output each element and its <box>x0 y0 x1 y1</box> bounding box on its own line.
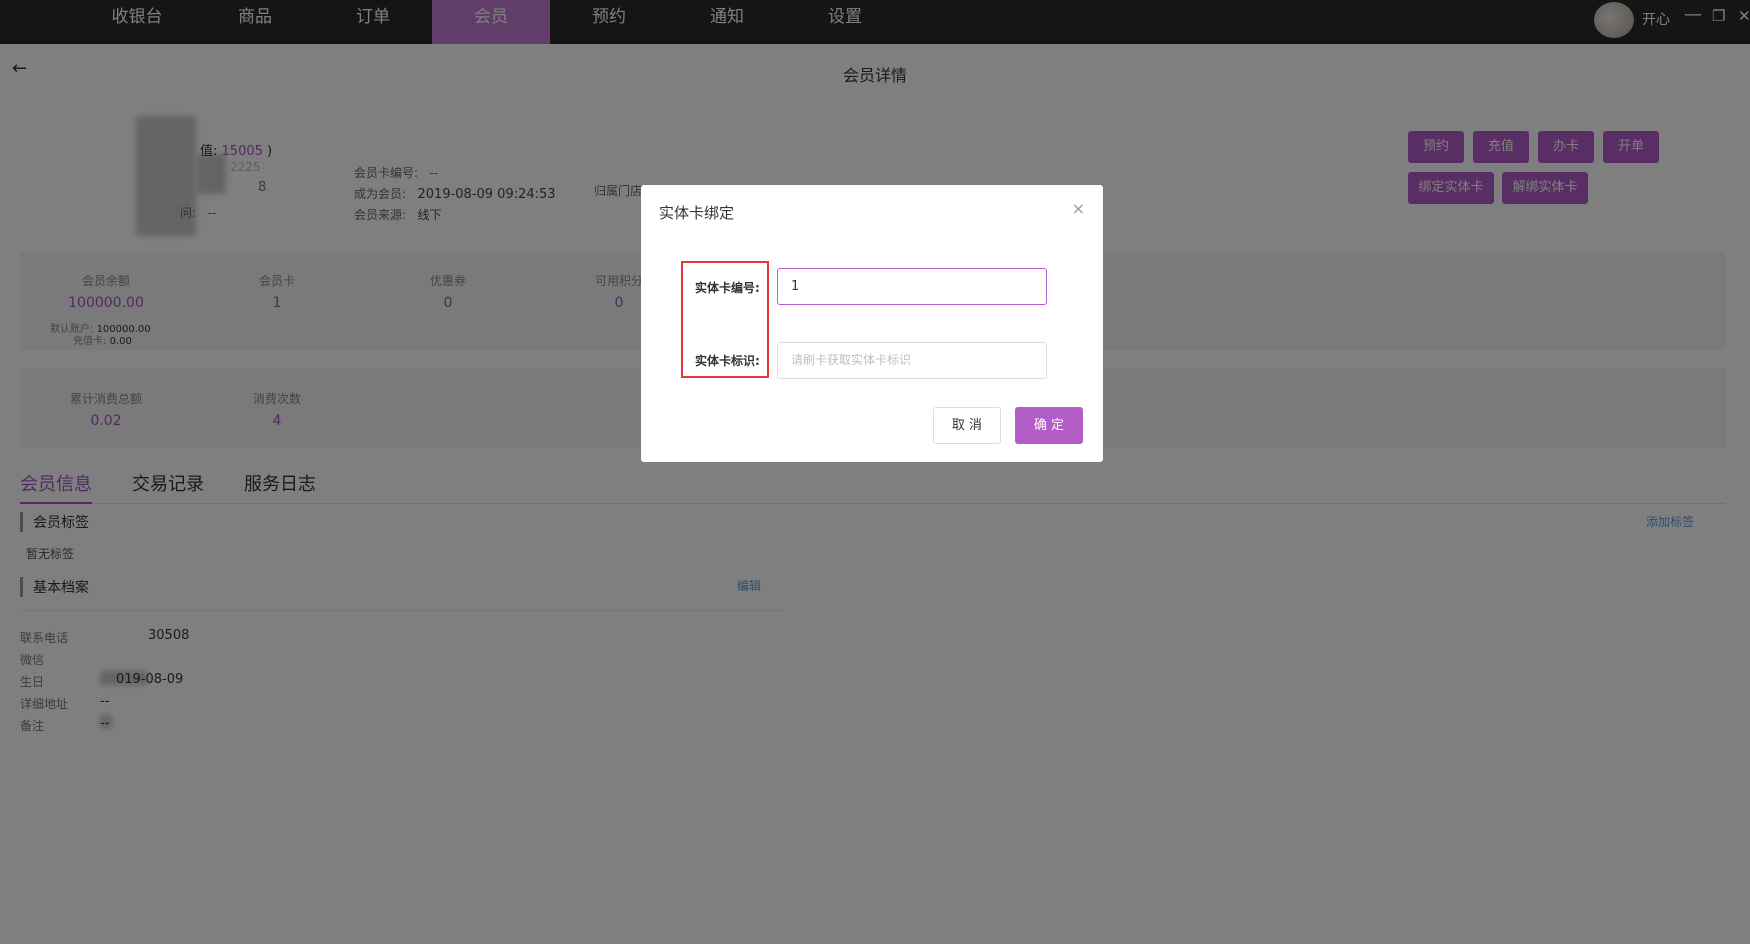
card-id-input[interactable] <box>777 342 1047 379</box>
card-number-label: 实体卡编号: <box>695 281 760 295</box>
modal-overlay[interactable] <box>0 0 1750 944</box>
confirm-button[interactable]: 确 定 <box>1015 407 1083 444</box>
close-icon[interactable]: × <box>1072 199 1085 218</box>
dialog-title: 实体卡绑定 <box>659 204 735 222</box>
card-number-input[interactable] <box>777 268 1047 305</box>
card-id-label: 实体卡标识: <box>695 354 760 368</box>
bind-card-dialog: 实体卡绑定 × 实体卡编号: 实体卡标识: 取 消 确 定 <box>641 185 1103 462</box>
cancel-button[interactable]: 取 消 <box>933 407 1001 444</box>
